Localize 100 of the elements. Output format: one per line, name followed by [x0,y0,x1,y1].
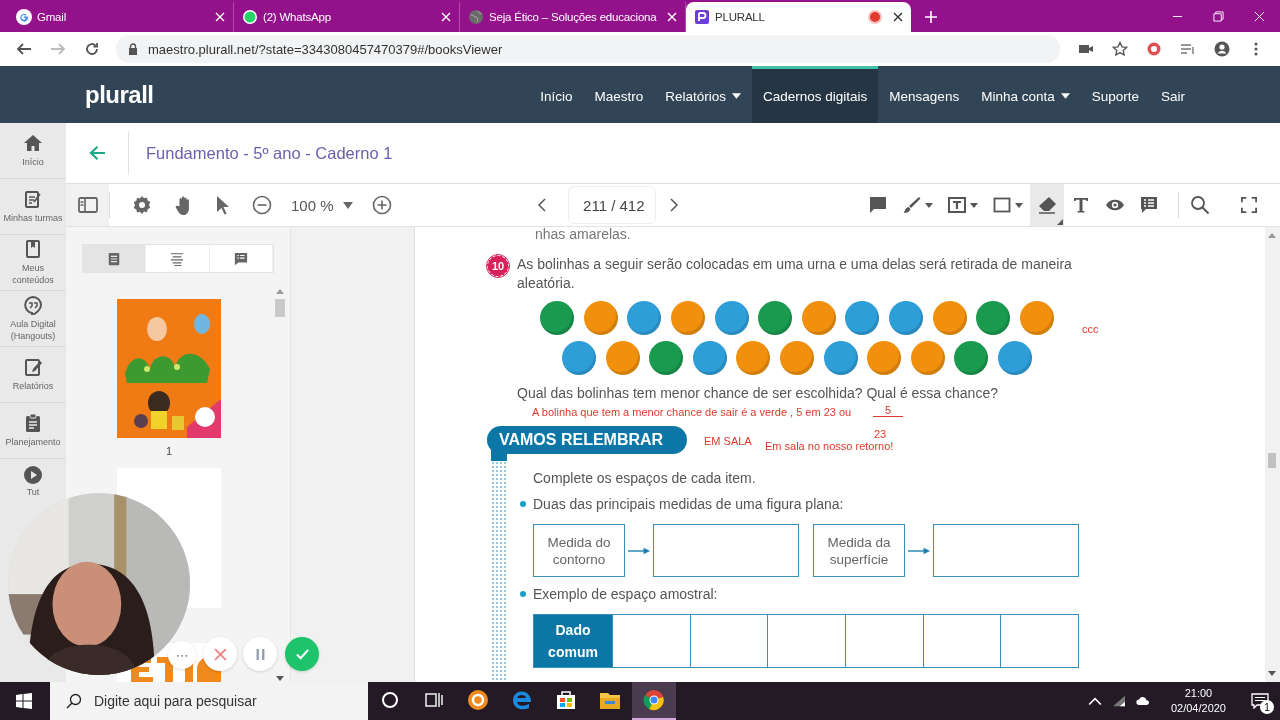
search-icon[interactable] [1190,195,1210,215]
annotation-text: A bolinha que tem a menor chance de sair é a verde , 5 em 23 ou [532,406,852,418]
book-title: Fundamento - 5º ano - Caderno 1 [146,143,393,163]
speech-bubble-icon [23,294,43,315]
tab-title: Gmail [37,11,68,23]
clipboard-icon [23,412,43,433]
text-box-icon [947,195,967,215]
nav-link[interactable]: Início [529,66,584,123]
windows-logo-icon[interactable] [16,693,32,709]
zoom-dropdown[interactable]: 100 % [291,196,353,214]
zoom-out-icon[interactable] [252,195,272,215]
sidebar-toggle-icon[interactable] [77,195,98,215]
previous-page-icon[interactable] [537,198,546,212]
note-list-icon [1139,195,1159,215]
star-icon[interactable] [1112,41,1128,57]
tab-title: (2) WhatsApp [263,11,332,23]
pen-icon [902,195,922,215]
nav-link[interactable]: Cadernos digitais [752,66,879,123]
globe-icon [468,9,484,25]
bookmark-book-icon [23,238,43,259]
zoom-in-icon[interactable] [371,195,392,215]
label-box: Medida do contorno [533,524,625,577]
taskbar-app[interactable] [632,682,676,720]
label-box: Medida da superfície [813,524,905,577]
settings-icon[interactable] [132,195,152,215]
answer-box[interactable] [653,524,799,577]
next-page-icon[interactable] [669,198,678,212]
nav-link[interactable]: Relatórios [654,66,753,123]
instruction-text: Complete os espaços de cada item. [533,469,757,487]
lines-icon [170,251,185,266]
page-icon [107,251,122,266]
text-icon [1071,195,1091,215]
tab-title: PLURALL [715,11,766,23]
extension-icon[interactable] [1146,41,1162,57]
ring-logo-icon [467,689,489,711]
answer-box[interactable] [933,524,1079,577]
media-list-icon[interactable] [1180,41,1196,57]
restore-icon[interactable] [1213,11,1224,22]
nav-link[interactable]: Mensagens [878,66,971,123]
square-logo-icon [694,9,710,25]
fraction-denominator: 23 [874,428,887,440]
cloud-icon[interactable] [1135,695,1150,707]
sidebar-item[interactable]: Tut [0,459,66,499]
page-text: nhas amarelas. [535,227,632,242]
bullet-icon [520,591,526,597]
caret-icon [342,201,353,209]
home-icon [23,132,43,153]
reload-icon[interactable] [84,41,100,57]
lock-icon [128,43,138,55]
shopping-bag-icon [555,689,577,711]
scrollbar[interactable] [1265,227,1280,682]
bullet-icon [520,501,526,507]
edge-e-icon [511,689,533,711]
edit-note-icon [23,188,43,209]
notification-button[interactable]: 1 [1240,682,1280,720]
nav-link[interactable]: Sair [1150,66,1196,123]
new-tab-icon[interactable] [925,11,937,23]
question-text: Qual das bolinhas tem menor chance de ser escolhida? Qual é essa chance? [517,384,999,402]
notification-count: 1 [1260,700,1274,714]
annotation-text: Em sala no nosso retorno! [765,440,894,452]
pointer-icon[interactable] [216,195,230,215]
browser-tab[interactable]: PLURALL [686,2,911,32]
g-logo-icon [16,9,32,25]
tab-title: Seja Ético – Soluções educaciona [489,11,658,23]
question-number: 10 [487,255,509,277]
close-icon [213,647,227,661]
arrow-icon [908,546,930,555]
annotation-tool[interactable] [1030,184,1064,226]
comment-icon [868,195,888,215]
nav-link[interactable]: Minha conta [970,66,1081,123]
comment-list-icon [233,251,248,266]
back-arrow-icon[interactable] [89,145,106,161]
search-icon [66,693,82,709]
play-icon [23,465,43,485]
address-field[interactable]: maestro.plurall.net/?state=3343080457470379#/booksViewer [116,35,1060,63]
annotation-text: EM SALA [704,435,752,447]
circle-icon [379,689,401,711]
close-icon[interactable] [893,12,903,22]
search-field[interactable]: Digite aqui para pesquisar [50,682,368,720]
caret-up-icon[interactable] [1087,695,1102,707]
annotation-text: ccc [1082,323,1099,335]
chrome-logo-icon [643,689,665,711]
logo[interactable]: plurall [85,80,154,109]
page-field[interactable]: 211 / 412 [567,186,656,224]
clock[interactable]: 21:00 02/04/2020 [1170,686,1226,716]
fraction-numerator: 5 [873,404,903,417]
back-icon[interactable] [16,41,32,57]
nav-link[interactable]: Maestro [583,66,655,123]
nav-link[interactable]: Suporte [1080,66,1150,123]
fullscreen-icon[interactable] [1241,197,1257,213]
arrow-icon [628,546,650,555]
question-text: As bolinhas a seguir serão colocadas em uma urna e uma delas será retirada de maneira aleatória. [517,255,1073,293]
message-icon [1251,693,1269,709]
eraser-icon [1037,195,1057,215]
sidebar-item[interactable]: Início [0,123,66,179]
panel-tab[interactable] [83,245,147,272]
account-icon[interactable] [1214,41,1230,57]
wifi-icon[interactable] [1111,695,1126,707]
bullet-text: Duas das principais medidas de uma figura plana: [533,495,844,513]
page-number: 1 [165,445,173,457]
